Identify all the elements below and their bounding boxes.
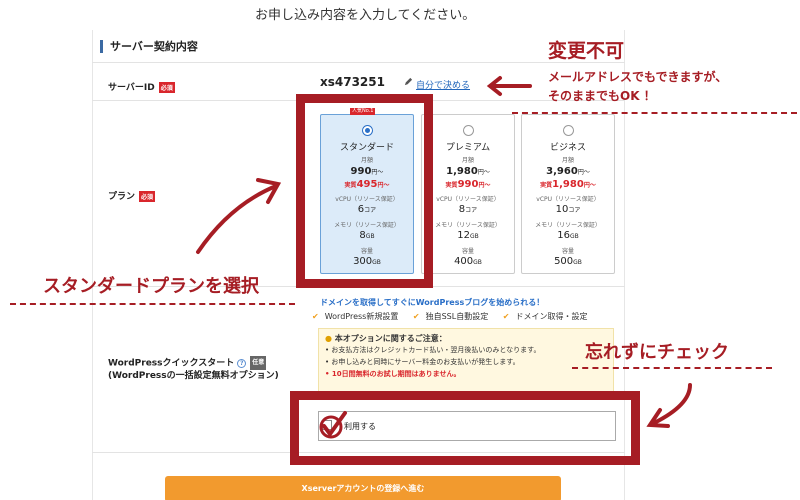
checkmark-icon — [319, 411, 347, 439]
arrow-icon — [196, 76, 692, 428]
annotation-arrows — [196, 76, 692, 428]
